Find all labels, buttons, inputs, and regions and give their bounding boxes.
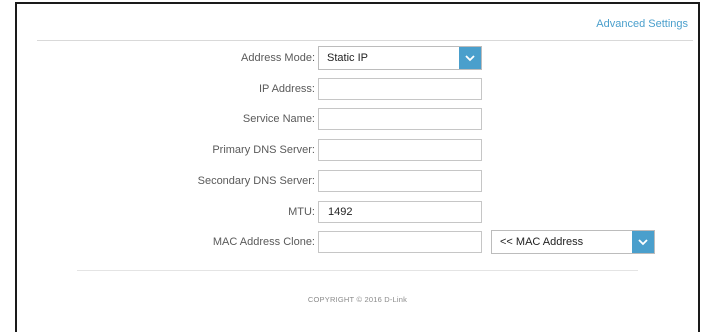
mtu-input[interactable]: 1492: [318, 201, 482, 223]
mtu-label: MTU:: [288, 206, 315, 218]
address-mode-select[interactable]: Static IP: [318, 46, 482, 70]
ip-address-input[interactable]: [318, 78, 482, 100]
mac-address-select-value: << MAC Address: [500, 236, 584, 248]
mac-clone-label: MAC Address Clone:: [212, 236, 315, 248]
chevron-down-icon[interactable]: [459, 47, 481, 69]
service-name-input[interactable]: [318, 108, 482, 130]
header-divider: [37, 40, 693, 41]
advanced-settings-link[interactable]: Advanced Settings: [596, 18, 688, 30]
secondary-dns-label: Secondary DNS Server:: [197, 175, 315, 187]
copyright-text: COPYRIGHT © 2016 D-Link: [307, 295, 408, 304]
footer-divider: [77, 270, 638, 271]
mac-address-select[interactable]: << MAC Address: [491, 230, 655, 254]
chevron-down-icon[interactable]: [632, 231, 654, 253]
secondary-dns-input[interactable]: [318, 170, 482, 192]
primary-dns-input[interactable]: [318, 139, 482, 161]
address-mode-label: Address Mode:: [241, 52, 315, 64]
mac-clone-input[interactable]: [318, 231, 482, 253]
ip-address-label: IP Address:: [258, 83, 315, 95]
primary-dns-label: Primary DNS Server:: [212, 144, 315, 156]
settings-panel: Advanced Settings Address Mode: Static I…: [15, 2, 700, 332]
service-name-label: Service Name:: [242, 113, 315, 125]
address-mode-value: Static IP: [327, 52, 368, 64]
